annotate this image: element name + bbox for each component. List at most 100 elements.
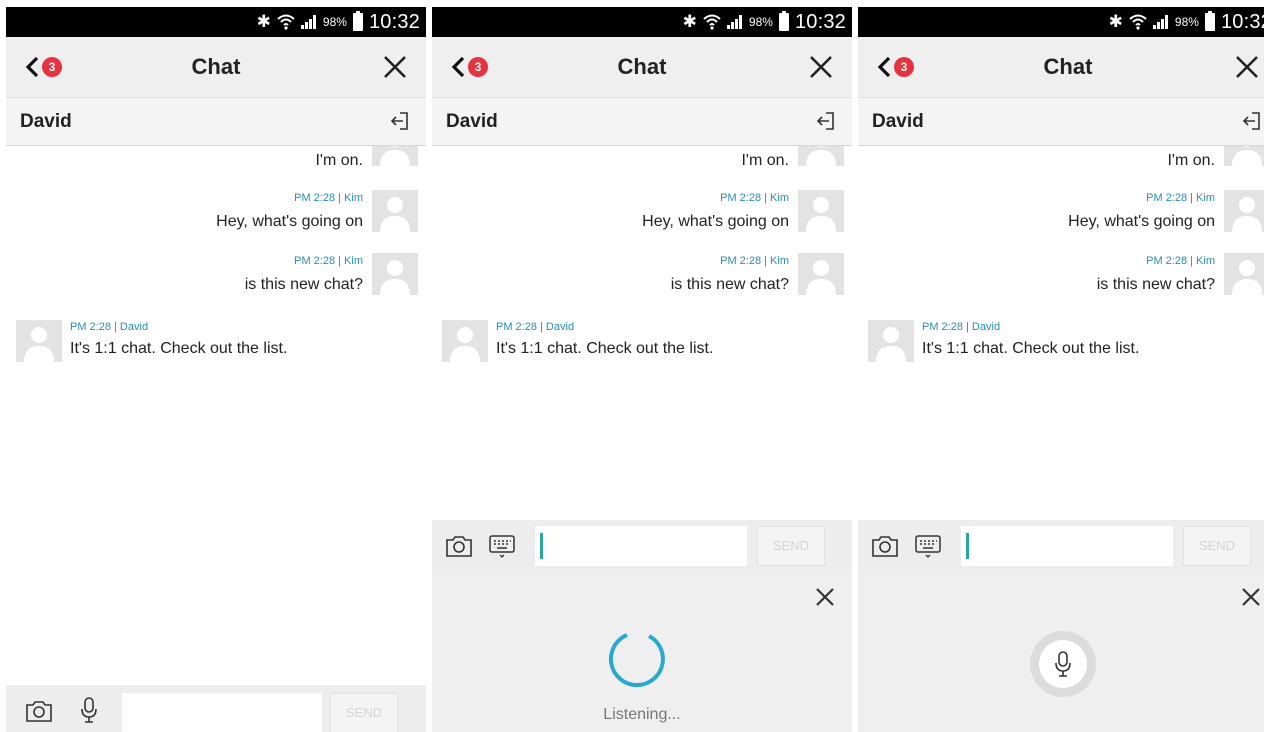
screen-chat-voice-idle: ✱ 98% 10:32 3 Chat David I'm on. PM 2:28… [858, 7, 1264, 732]
message-item: PM 2:28 | Kim is this new chat? [870, 251, 1264, 299]
close-icon[interactable] [382, 54, 408, 80]
microphone-icon [1055, 651, 1071, 677]
back-button[interactable]: 3 [24, 53, 74, 81]
screen-chat-default: ✱ 98% 10:32 3 Chat David I'm on. PM 2:28… [6, 7, 426, 732]
message-text: is this new chat? [1096, 276, 1215, 293]
message-text: I'm on. [315, 152, 363, 169]
message-item: PM 2:28 | Kim Hey, what's going on [444, 188, 844, 236]
leave-chat-icon[interactable] [1242, 111, 1262, 131]
message-meta: PM 2:28 | Kim [1146, 255, 1215, 267]
status-bar: ✱ 98% 10:32 [858, 7, 1264, 37]
signal-icon [1152, 15, 1168, 29]
message-list[interactable]: I'm on. PM 2:28 | Kim Hey, what's going … [858, 146, 1264, 506]
clock: 10:32 [368, 10, 420, 33]
avatar [1224, 190, 1264, 232]
message-meta: PM 2:28 | Kim [294, 192, 363, 204]
message-meta: PM 2:28 | Kim [1146, 192, 1215, 204]
partner-name: David [872, 111, 924, 132]
message-item: PM 2:28 | Kim Hey, what's going on [18, 188, 418, 236]
message-item: PM 2:28 | David It's 1:1 chat. Check out… [868, 318, 1264, 366]
camera-icon[interactable] [24, 696, 54, 726]
bluetooth-icon: ✱ [1108, 12, 1123, 31]
message-item: PM 2:28 | Kim is this new chat? [18, 251, 418, 299]
avatar [1224, 253, 1264, 295]
message-input[interactable] [961, 526, 1173, 566]
leave-chat-icon[interactable] [816, 111, 836, 131]
send-button[interactable]: SEND [330, 693, 398, 732]
bluetooth-icon: ✱ [256, 12, 271, 31]
keyboard-icon[interactable] [913, 530, 943, 560]
avatar [1224, 146, 1264, 166]
text-cursor [540, 533, 543, 559]
input-bar: SEND [6, 685, 426, 732]
avatar [798, 253, 844, 295]
voice-input-panel [858, 572, 1264, 732]
chevron-left-icon [877, 56, 891, 78]
loading-spinner-icon [608, 633, 665, 688]
battery-icon [778, 11, 789, 31]
send-button[interactable]: SEND [757, 526, 825, 566]
message-text: I'm on. [1167, 152, 1215, 169]
message-item: I'm on. [18, 146, 418, 170]
conversation-bar: David [432, 98, 852, 146]
app-header: 3 Chat [858, 37, 1264, 98]
message-text: is this new chat? [244, 276, 363, 293]
close-icon[interactable] [814, 586, 836, 608]
conversation-bar: David [858, 98, 1264, 146]
message-item: PM 2:28 | Kim Hey, what's going on [870, 188, 1264, 236]
message-meta: PM 2:28 | Kim [294, 255, 363, 267]
camera-icon[interactable] [444, 531, 474, 561]
message-text: Hey, what's going on [1068, 213, 1215, 230]
message-input[interactable] [535, 526, 747, 566]
message-meta: PM 2:28 | David [70, 321, 149, 333]
avatar [798, 190, 844, 232]
battery-icon [352, 11, 363, 31]
wifi-icon [703, 14, 721, 30]
microphone-icon[interactable] [74, 695, 104, 725]
app-header: 3 Chat [432, 37, 852, 98]
camera-icon[interactable] [870, 531, 900, 561]
message-text: Hey, what's going on [642, 213, 789, 230]
input-bar: SEND [432, 520, 852, 572]
partner-name: David [20, 111, 72, 132]
message-item: PM 2:28 | David It's 1:1 chat. Check out… [442, 318, 842, 366]
wifi-icon [1129, 14, 1147, 30]
voice-record-button[interactable] [1030, 631, 1096, 697]
message-list[interactable]: I'm on. PM 2:28 | Kim Hey, what's going … [6, 146, 426, 506]
back-button[interactable]: 3 [876, 53, 926, 81]
leave-chat-icon[interactable] [390, 111, 410, 131]
message-text: It's 1:1 chat. Check out the list. [496, 340, 714, 357]
message-meta: PM 2:28 | David [496, 321, 575, 333]
send-button[interactable]: SEND [1183, 526, 1251, 566]
close-icon[interactable] [1240, 586, 1262, 608]
status-bar: ✱ 98% 10:32 [432, 7, 852, 37]
message-item: I'm on. [870, 146, 1264, 170]
back-button[interactable]: 3 [450, 53, 500, 81]
message-input[interactable] [122, 693, 322, 732]
wifi-icon [277, 14, 295, 30]
bluetooth-icon: ✱ [682, 12, 697, 31]
avatar [372, 253, 418, 295]
signal-icon [300, 15, 316, 29]
message-list[interactable]: I'm on. PM 2:28 | Kim Hey, what's going … [432, 146, 852, 506]
message-item: PM 2:28 | David It's 1:1 chat. Check out… [16, 318, 416, 366]
partner-name: David [446, 111, 498, 132]
battery-percent: 98% [748, 15, 773, 29]
app-header: 3 Chat [6, 37, 426, 98]
clock: 10:32 [1220, 10, 1264, 33]
input-bar: SEND [858, 520, 1264, 572]
close-icon[interactable] [808, 54, 834, 80]
battery-icon [1204, 11, 1215, 31]
signal-icon [726, 15, 742, 29]
avatar [16, 320, 62, 362]
message-text: is this new chat? [670, 276, 789, 293]
avatar [798, 146, 844, 166]
close-icon[interactable] [1234, 54, 1260, 80]
battery-percent: 98% [1174, 15, 1199, 29]
avatar [372, 190, 418, 232]
avatar [868, 320, 914, 362]
conversation-bar: David [6, 98, 426, 146]
message-meta: PM 2:28 | Kim [720, 192, 789, 204]
keyboard-icon[interactable] [487, 530, 517, 560]
message-text: I'm on. [741, 152, 789, 169]
